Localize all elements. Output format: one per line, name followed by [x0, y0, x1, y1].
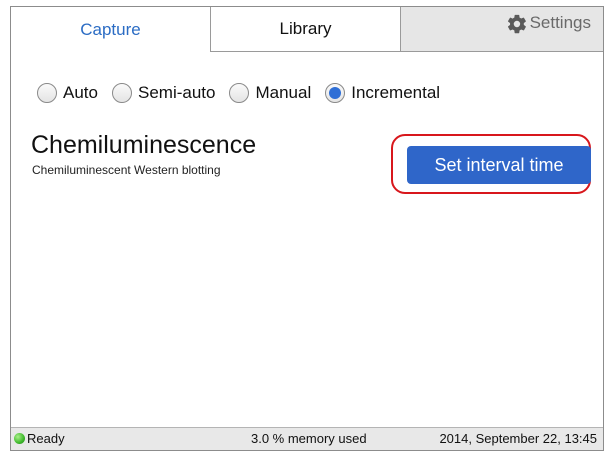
tab-library-label: Library: [279, 19, 332, 38]
mode-semi-auto-label: Semi-auto: [137, 83, 216, 102]
status-ready-label: Ready: [27, 431, 65, 446]
capture-mode-group: Auto Semi-auto Manual Incremental: [37, 83, 454, 103]
tab-capture-label: Capture: [80, 19, 141, 39]
radio-manual[interactable]: [229, 83, 250, 103]
status-ready: Ready: [14, 431, 65, 446]
mode-incremental-label: Incremental: [351, 83, 441, 102]
status-bar: Ready 3.0 % memory used 2014, September …: [11, 427, 603, 450]
tab-capture[interactable]: Capture: [11, 7, 211, 52]
tab-settings-label: Settings: [529, 13, 591, 32]
radio-selected-dot: [329, 87, 342, 99]
status-led-icon: [14, 433, 25, 444]
mode-manual-label: Manual: [255, 83, 312, 102]
memory-usage: 3.0 % memory used: [251, 431, 367, 446]
mode-auto[interactable]: Auto: [37, 83, 98, 103]
app-window: Capture Library Settings Auto Semi-auto …: [10, 6, 604, 451]
tab-settings[interactable]: Settings: [401, 7, 603, 51]
mode-incremental[interactable]: Incremental: [325, 83, 440, 103]
method-title: Chemiluminescence: [31, 131, 257, 159]
radio-semi-auto[interactable]: [111, 83, 132, 103]
tab-bar: Capture Library Settings: [11, 7, 603, 52]
radio-auto[interactable]: [37, 83, 57, 103]
method-subtitle: Chemiluminescent Western blotting: [32, 163, 221, 177]
mode-auto-label: Auto: [63, 83, 98, 102]
set-interval-time-button[interactable]: Set interval time: [407, 146, 591, 184]
gear-icon: [507, 14, 526, 34]
tab-library[interactable]: Library: [211, 7, 401, 51]
status-datetime: 2014, September 22, 13:45: [439, 431, 597, 446]
radio-incremental[interactable]: [325, 83, 346, 103]
mode-semi-auto[interactable]: Semi-auto: [111, 83, 216, 103]
mode-manual[interactable]: Manual: [229, 83, 311, 103]
